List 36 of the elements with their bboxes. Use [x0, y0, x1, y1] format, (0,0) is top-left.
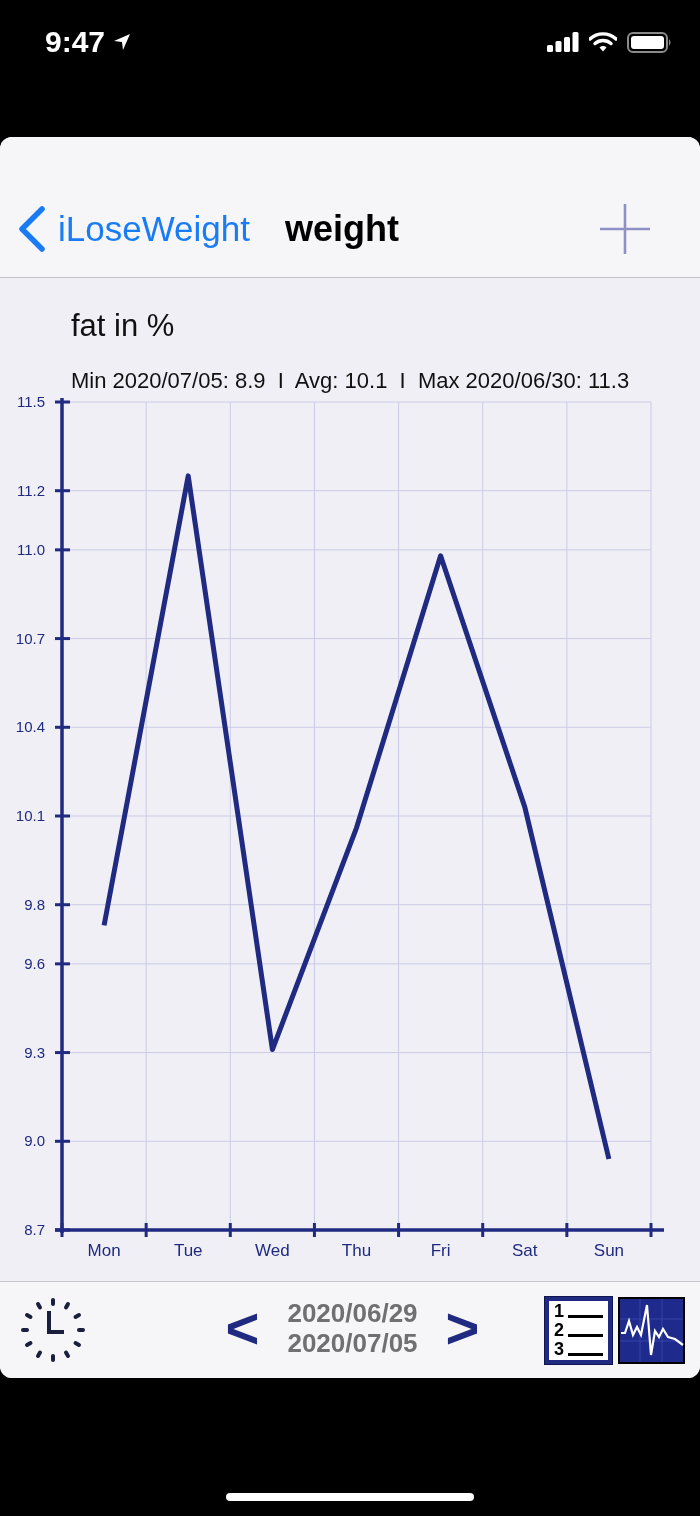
stats-summary: Min 2020/07/05: 8.9 I Avg: 10.1 I Max 2020/06/30: 11.3: [71, 369, 631, 393]
end-date: 2020/07/05: [287, 1328, 418, 1358]
y-axis-label: 10.1: [15, 807, 45, 824]
x-axis-label: Fri: [430, 1241, 451, 1260]
x-axis-label: Sat: [512, 1241, 538, 1260]
y-axis-label: 11.5: [16, 395, 45, 410]
status-time: 9:47: [45, 24, 106, 60]
x-axis-label: Thu: [341, 1241, 372, 1260]
x-axis-label: Wed: [255, 1241, 290, 1260]
wifi-icon: [589, 32, 617, 52]
y-axis-label: 9.6: [24, 954, 45, 972]
y-axis-label: 9.0: [24, 1132, 45, 1150]
battery-icon: [627, 31, 672, 53]
y-axis-label: 11.0: [16, 540, 45, 558]
heartbeat-chart-icon[interactable]: [618, 1296, 685, 1364]
y-axis-label: 10.4: [15, 718, 45, 736]
y-axis-label: 8.7: [24, 1221, 45, 1238]
x-axis-label: Sun: [593, 1241, 625, 1260]
next-button[interactable]: >: [445, 1299, 480, 1357]
x-axis-label: Mon: [87, 1241, 121, 1260]
plus-icon[interactable]: [600, 204, 650, 254]
numbered-list-button[interactable]: 1 2 3: [545, 1296, 612, 1364]
start-date: 2020/06/29: [287, 1298, 418, 1328]
previous-button[interactable]: <: [225, 1299, 260, 1357]
clock-icon[interactable]: [20, 1297, 86, 1363]
y-axis-label: 9.3: [24, 1043, 45, 1061]
y-axis-label: 9.8: [24, 895, 45, 913]
location-arrow-icon: [113, 33, 132, 51]
x-axis-label: Tue: [173, 1241, 203, 1260]
y-axis-label: 10.7: [15, 629, 45, 647]
nav-title: weight: [285, 208, 399, 250]
chart-title: fat in %: [71, 308, 176, 344]
back-button[interactable]: iLoseWeight: [18, 206, 250, 252]
back-chevron-icon: [18, 206, 46, 252]
signal-icon: [547, 32, 579, 52]
y-axis-label: 11.2: [16, 481, 45, 499]
